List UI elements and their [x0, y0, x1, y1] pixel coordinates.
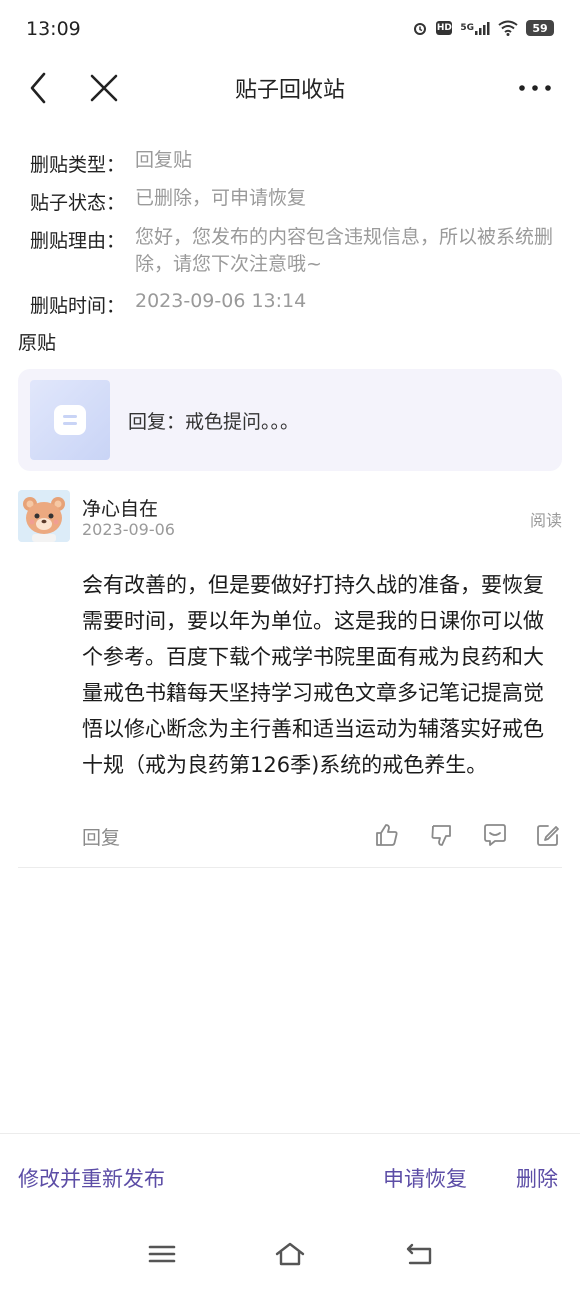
post-placeholder-icon [54, 405, 86, 435]
original-post-card[interactable]: 回复：戒色提问。。。 [18, 369, 562, 471]
delete-time-value: 2023-09-06 13:14 [135, 290, 307, 312]
alarm-icon [412, 20, 428, 36]
delete-type-value: 回复贴 [135, 149, 193, 171]
comment-icon[interactable] [482, 822, 508, 848]
edit-icon[interactable] [535, 822, 561, 848]
post-status-label: 贴子状态： [30, 192, 126, 214]
divider [18, 867, 562, 868]
original-post-label: 原贴 [18, 332, 57, 354]
post-status-value: 已删除，可申请恢复 [135, 187, 307, 209]
page-title: 贴子回收站 [234, 78, 345, 103]
battery-indicator: 59 [526, 20, 554, 36]
status-time: 13:09 [26, 18, 81, 40]
delete-reason-label: 删贴理由： [30, 230, 126, 252]
delete-reason-value: 您好，您发布的内容包含违规信息，所以被系统删除，请您下次注意哦~ [135, 226, 554, 275]
request-restore-button[interactable]: 申请恢复 [383, 1163, 467, 1193]
hd-badge: HD [436, 21, 453, 35]
delete-time-label: 删贴时间： [30, 295, 126, 317]
more-icon[interactable] [518, 76, 552, 100]
edit-repost-button[interactable]: 修改并重新发布 [18, 1163, 165, 1193]
reply-content: 会有改善的，但是要做好打持久战的准备，要恢复需要时间，要以年为单位。这是我的日课… [82, 573, 544, 777]
status-icons: HD 5G 59 [412, 20, 554, 36]
read-label: 阅读 [529, 511, 562, 530]
user-name[interactable]: 净心自在 [82, 494, 158, 521]
thumbs-up-icon[interactable] [374, 822, 400, 848]
wifi-icon [498, 20, 518, 36]
thumbs-down-icon[interactable] [429, 822, 455, 848]
reply-date: 2023-09-06 [82, 520, 175, 539]
back-nav-icon[interactable] [404, 1240, 436, 1268]
menu-icon[interactable] [146, 1240, 178, 1268]
delete-button[interactable]: 删除 [516, 1163, 558, 1193]
post-thumbnail [30, 380, 110, 460]
bottom-bar-divider [0, 1133, 580, 1134]
home-icon[interactable] [274, 1240, 306, 1268]
reply-button[interactable]: 回复 [82, 823, 120, 850]
original-post-text: 回复：戒色提问。。。 [128, 411, 300, 433]
bear-avatar-icon [18, 490, 70, 542]
delete-type-label: 删贴类型： [30, 154, 126, 176]
avatar[interactable] [18, 490, 70, 542]
signal-icon: 5G [460, 21, 490, 35]
network-type: 5G [460, 23, 474, 33]
